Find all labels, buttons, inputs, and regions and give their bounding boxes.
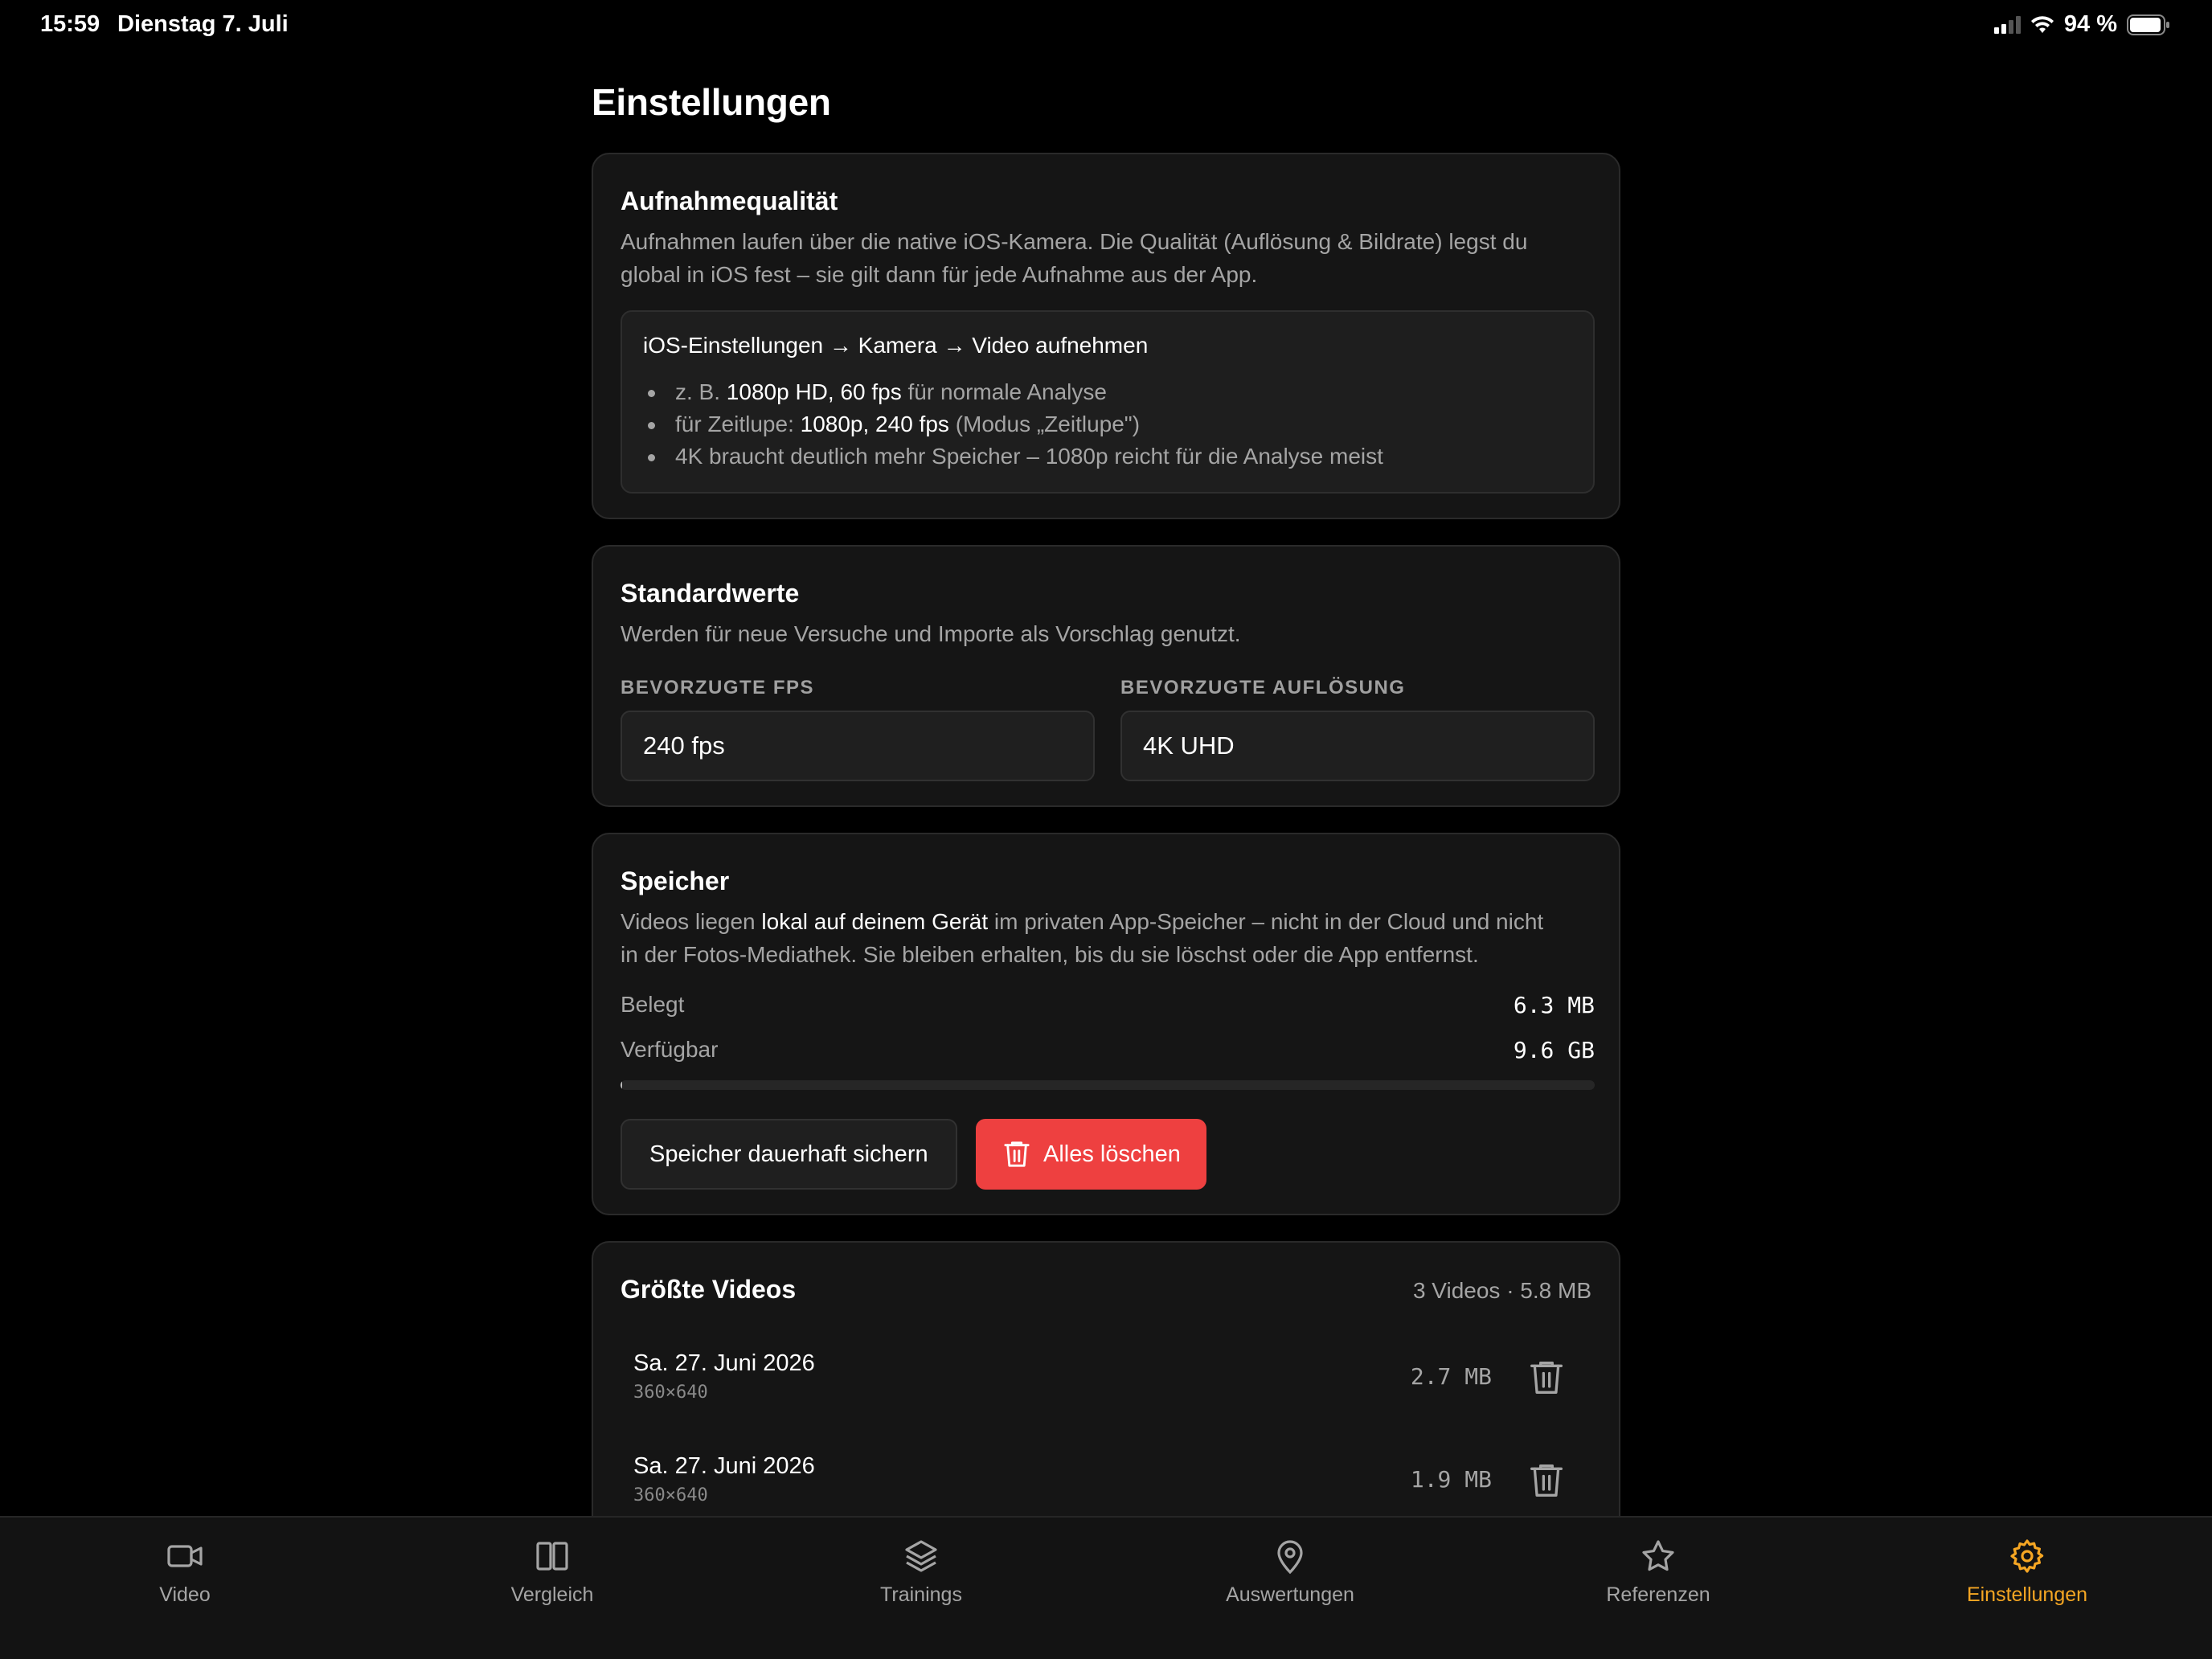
desc-line-1: Aufnahmen laufen über die native iOS-Kam… — [621, 229, 1528, 254]
card-description: Videos liegen lokal auf deinem Gerät im … — [621, 905, 1591, 971]
video-camera-icon — [167, 1545, 203, 1567]
status-date: Dienstag 7. Juli — [117, 11, 289, 37]
persist-storage-button[interactable]: Speicher dauerhaft sichern — [621, 1119, 957, 1190]
fps-label: BEVORZUGTE FPS — [621, 677, 815, 698]
videos-summary: 3 Videos · 5.8 MB — [1412, 1278, 1591, 1303]
gear-icon — [2010, 1539, 2044, 1573]
storage-usage-fill — [621, 1080, 623, 1090]
battery-percent: 94 % — [2063, 11, 2117, 37]
card-title: Standardwerte — [621, 579, 800, 608]
resolution-label: BEVORZUGTE AUFLÖSUNG — [1120, 677, 1406, 698]
tab-label: Auswertungen — [1226, 1583, 1354, 1606]
storage-usage-bar — [621, 1080, 1595, 1090]
desc-line-2: in der Fotos-Mediathek. Sie bleiben erha… — [621, 942, 1479, 967]
desc-line-1: Videos liegen lokal auf deinem Gerät im … — [621, 909, 1544, 934]
map-pin-icon — [1277, 1540, 1303, 1575]
star-icon — [1642, 1540, 1674, 1571]
used-label: Belegt — [621, 992, 685, 1017]
page-title: Einstellungen — [592, 81, 831, 123]
video-size: 2.7 MB — [1410, 1363, 1492, 1390]
list-item: 4K braucht deutlich mehr Speicher – 1080… — [643, 440, 1383, 473]
card-description: Werden für neue Versuche und Importe als… — [621, 621, 1241, 646]
card-title: Aufnahmequalität — [621, 186, 838, 215]
delete-all-button[interactable]: Alles löschen — [976, 1119, 1206, 1190]
wifi-icon — [2030, 15, 2054, 33]
tab-label: Trainings — [880, 1583, 962, 1606]
tab-label: Vergleich — [510, 1583, 594, 1606]
trash-icon — [1004, 1141, 1030, 1167]
video-size: 1.9 MB — [1410, 1466, 1492, 1493]
tab-label: Referenzen — [1606, 1583, 1710, 1606]
list-item[interactable]: Sa. 27. Juni 2026 360×640 2.7 MB — [621, 1350, 1595, 1439]
card-title: Größte Videos — [621, 1275, 797, 1304]
cellular-signal-icon — [1993, 15, 2021, 34]
trash-icon[interactable] — [1529, 1358, 1564, 1397]
battery-icon — [2127, 14, 2169, 35]
available-label: Verfügbar — [621, 1037, 719, 1062]
preferred-resolution-select[interactable]: 4K UHD — [1120, 711, 1595, 781]
desc-line-2: global in iOS fest – sie gilt dann für j… — [621, 262, 1258, 287]
video-date: Sa. 27. Juni 2026 — [633, 1453, 815, 1479]
delete-all-label: Alles löschen — [1043, 1141, 1181, 1167]
available-value: 9.6 GB — [1513, 1037, 1595, 1063]
status-bar: 15:59 Dienstag 7. Juli 94 % — [0, 0, 2212, 53]
tab-label: Einstellungen — [1966, 1583, 2088, 1606]
layers-icon — [905, 1540, 937, 1572]
card-title: Speicher — [621, 866, 730, 895]
status-time: 15:59 — [40, 11, 100, 37]
tab-referenzen[interactable]: Referenzen — [1538, 1518, 1779, 1630]
tab-bar: Video Vergleich Trainings Auswertungen R… — [0, 1516, 2212, 1659]
ios-settings-path: iOS-Einstellungen → Kamera → Video aufne… — [643, 333, 1149, 358]
tab-label: Video — [159, 1583, 211, 1606]
video-resolution: 360×640 — [633, 1485, 708, 1505]
list-item: z. B. 1080p HD, 60 fps für normale Analy… — [643, 376, 1383, 408]
list-item: für Zeitlupe: 1080p, 240 fps (Modus „Zei… — [643, 408, 1383, 440]
tab-vergleich[interactable]: Vergleich — [432, 1518, 673, 1630]
trash-icon[interactable] — [1529, 1461, 1564, 1500]
recording-quality-card: Aufnahmequalität Aufnahmen laufen über d… — [592, 153, 1620, 519]
ios-settings-hint: iOS-Einstellungen → Kamera → Video aufne… — [621, 310, 1595, 494]
card-description: Aufnahmen laufen über die native iOS-Kam… — [621, 225, 1591, 291]
preferred-fps-select[interactable]: 240 fps — [621, 711, 1095, 781]
tab-trainings[interactable]: Trainings — [801, 1518, 1042, 1630]
video-date: Sa. 27. Juni 2026 — [633, 1350, 815, 1376]
tab-video[interactable]: Video — [64, 1518, 305, 1630]
used-value: 6.3 MB — [1513, 992, 1595, 1018]
split-columns-icon — [536, 1542, 568, 1571]
video-resolution: 360×640 — [633, 1382, 708, 1403]
defaults-card: Standardwerte Werden für neue Versuche u… — [592, 545, 1620, 807]
status-indicators: 94 % — [1993, 11, 2170, 38]
storage-card: Speicher Videos liegen lokal auf deinem … — [592, 833, 1620, 1215]
tab-auswertungen[interactable]: Auswertungen — [1169, 1518, 1411, 1630]
tab-einstellungen[interactable]: Einstellungen — [1907, 1518, 2148, 1630]
quality-tips-list: z. B. 1080p HD, 60 fps für normale Analy… — [643, 376, 1383, 473]
